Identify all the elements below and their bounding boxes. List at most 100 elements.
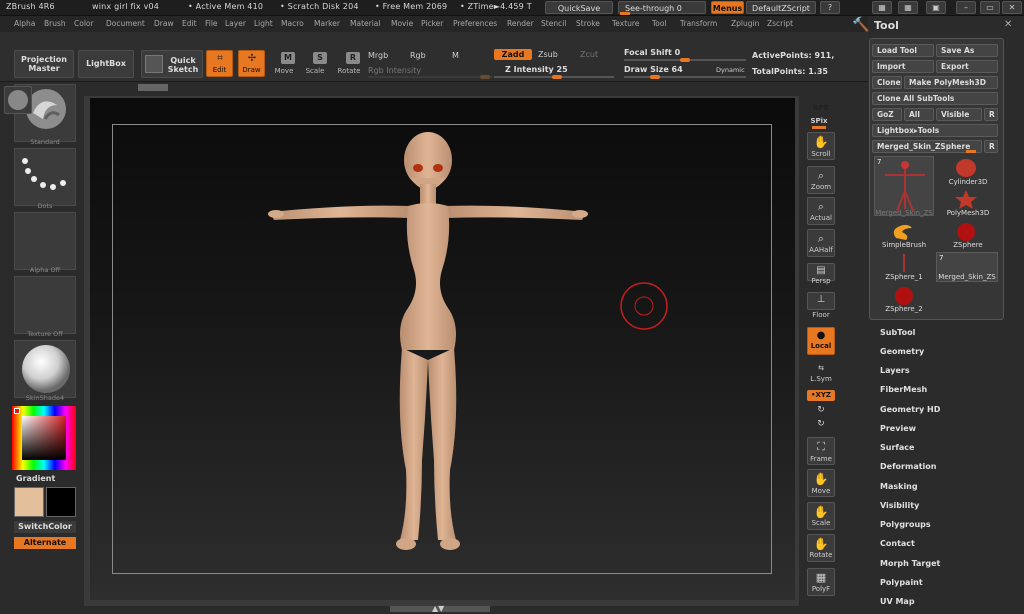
tool-thumb-zsphere-1[interactable] — [886, 252, 922, 274]
section-uv-map[interactable]: UV Map — [880, 597, 915, 606]
menu-zplugin[interactable]: Zplugin — [731, 19, 759, 28]
quick-sketch-button[interactable]: Quick Sketch — [141, 50, 203, 78]
zadd-toggle[interactable]: Zadd — [494, 49, 532, 60]
z-intensity-slider[interactable]: Z Intensity 25 — [505, 65, 568, 74]
color-picker[interactable] — [12, 406, 76, 470]
tool-panel-close-icon[interactable]: ✕ — [1004, 19, 1012, 30]
close-icon[interactable]: ✕ — [1002, 1, 1022, 14]
menu-picker[interactable]: Picker — [421, 19, 443, 28]
section-polygroups[interactable]: Polygroups — [880, 520, 931, 529]
menu-transform[interactable]: Transform — [680, 19, 717, 28]
layout-alt-icon[interactable]: ▦ — [898, 1, 918, 14]
goz-visible-button[interactable]: Visible — [936, 108, 982, 121]
focal-shift-slider[interactable]: Focal Shift 0 — [624, 48, 680, 57]
help-icon[interactable]: ? — [820, 1, 840, 14]
tool-thumb-merged-skin[interactable]: 7 — [874, 156, 934, 216]
dynamic-toggle[interactable]: Dynamic — [716, 66, 745, 74]
quicksave-button[interactable]: QuickSave — [545, 1, 613, 14]
save-as-button[interactable]: Save As — [936, 44, 998, 57]
layout-icon[interactable]: ▦ — [872, 1, 892, 14]
bpr-button[interactable] — [4, 86, 32, 114]
rotate-y-icon[interactable]: ↻ — [803, 405, 839, 415]
mrgb-toggle[interactable]: Mrgb — [368, 51, 388, 60]
rgb-toggle[interactable]: Rgb — [410, 51, 426, 60]
edit-mode-button[interactable]: ⌗ Edit — [206, 50, 233, 77]
tool-thumb-polymesh3d[interactable] — [948, 188, 984, 210]
goz-all-button[interactable]: All — [904, 108, 934, 121]
texture-selector[interactable] — [14, 276, 76, 334]
lock-icon[interactable]: ▣ — [926, 1, 946, 14]
section-contact[interactable]: Contact — [880, 539, 915, 548]
current-tool-r-button[interactable]: R — [984, 140, 998, 153]
load-tool-button[interactable]: Load Tool — [872, 44, 934, 57]
menu-layer[interactable]: Layer — [225, 19, 246, 28]
expand-arrows-icon[interactable]: ▲▼ — [432, 604, 444, 613]
lightbox-button[interactable]: LightBox — [78, 50, 134, 78]
menu-texture[interactable]: Texture — [612, 19, 639, 28]
lsym-label[interactable]: L.Sym — [803, 375, 839, 383]
menu-movie[interactable]: Movie — [391, 19, 413, 28]
spix-slider[interactable]: SPix — [801, 117, 837, 125]
move-icon[interactable]: M — [281, 52, 295, 64]
canvas-scroll-handle[interactable] — [138, 84, 168, 91]
section-masking[interactable]: Masking — [880, 482, 918, 491]
tool-thumb-simplebrush[interactable] — [886, 220, 922, 242]
xyz-button[interactable]: •XYZ — [807, 390, 835, 401]
menu-draw[interactable]: Draw — [154, 19, 174, 28]
menu-document[interactable]: Document — [106, 19, 145, 28]
goz-button[interactable]: GoZ — [872, 108, 902, 121]
switch-color-button[interactable]: SwitchColor — [14, 521, 76, 533]
menu-stroke[interactable]: Stroke — [576, 19, 600, 28]
projection-master-button[interactable]: Projection Master — [14, 50, 74, 78]
see-through-slider[interactable]: See-through 0 — [618, 1, 706, 14]
clone-button[interactable]: Clone — [872, 76, 902, 89]
section-polypaint[interactable]: Polypaint — [880, 578, 923, 587]
menu-edit[interactable]: Edit — [182, 19, 197, 28]
tool-title[interactable]: Tool — [874, 19, 899, 32]
menu-preferences[interactable]: Preferences — [453, 19, 497, 28]
section-morph-target[interactable]: Morph Target — [880, 559, 940, 568]
section-preview[interactable]: Preview — [880, 424, 916, 433]
section-geometry[interactable]: Geometry — [880, 347, 924, 356]
section-geometry-hd[interactable]: Geometry HD — [880, 405, 940, 414]
floor-button[interactable]: ⊥ — [807, 292, 835, 310]
menu-material[interactable]: Material — [350, 19, 380, 28]
menu-alpha[interactable]: Alpha — [14, 19, 35, 28]
alpha-selector[interactable] — [14, 212, 76, 270]
menu-brush[interactable]: Brush — [44, 19, 66, 28]
zcut-toggle[interactable]: Zcut — [580, 50, 598, 59]
lightbox-tools-button[interactable]: Lightbox▸Tools — [872, 124, 998, 137]
section-layers[interactable]: Layers — [880, 366, 910, 375]
main-color-swatch[interactable] — [14, 487, 44, 517]
import-button[interactable]: Import — [872, 60, 934, 73]
rgb-intensity-slider[interactable]: Rgb Intensity — [368, 66, 421, 75]
menu-render[interactable]: Render — [507, 19, 534, 28]
section-visibility[interactable]: Visibility — [880, 501, 919, 510]
menus-button[interactable]: Menus — [711, 1, 744, 14]
material-selector[interactable] — [14, 340, 76, 398]
menu-tool[interactable]: Tool — [652, 19, 667, 28]
scale-icon[interactable]: S — [313, 52, 327, 64]
make-polymesh-button[interactable]: Make PolyMesh3D — [904, 76, 998, 89]
secondary-color-swatch[interactable] — [46, 487, 76, 517]
section-subtool[interactable]: SubTool — [880, 328, 915, 337]
clone-all-subtools-button[interactable]: Clone All SubTools — [872, 92, 998, 105]
export-button[interactable]: Export — [936, 60, 998, 73]
tool-thumb-zsphere-2[interactable] — [886, 284, 922, 306]
draw-size-slider[interactable]: Draw Size 64 — [624, 65, 683, 74]
menu-stencil[interactable]: Stencil — [541, 19, 566, 28]
color-square[interactable] — [22, 416, 66, 460]
maximize-icon[interactable]: ▭ — [980, 1, 1000, 14]
rotate-icon[interactable]: R — [346, 52, 360, 64]
goz-r-button[interactable]: R — [984, 108, 998, 121]
tool-thumb-cylinder3d[interactable] — [948, 156, 984, 178]
menu-file[interactable]: File — [205, 19, 218, 28]
menu-macro[interactable]: Macro — [281, 19, 304, 28]
alternate-button[interactable]: Alternate — [14, 537, 76, 549]
model-figure[interactable] — [250, 120, 610, 560]
m-toggle[interactable]: M — [452, 51, 459, 60]
section-deformation[interactable]: Deformation — [880, 462, 936, 471]
rotate-z-icon[interactable]: ↻ — [803, 419, 839, 429]
menu-color[interactable]: Color — [74, 19, 94, 28]
menu-zscript[interactable]: Zscript — [767, 19, 793, 28]
